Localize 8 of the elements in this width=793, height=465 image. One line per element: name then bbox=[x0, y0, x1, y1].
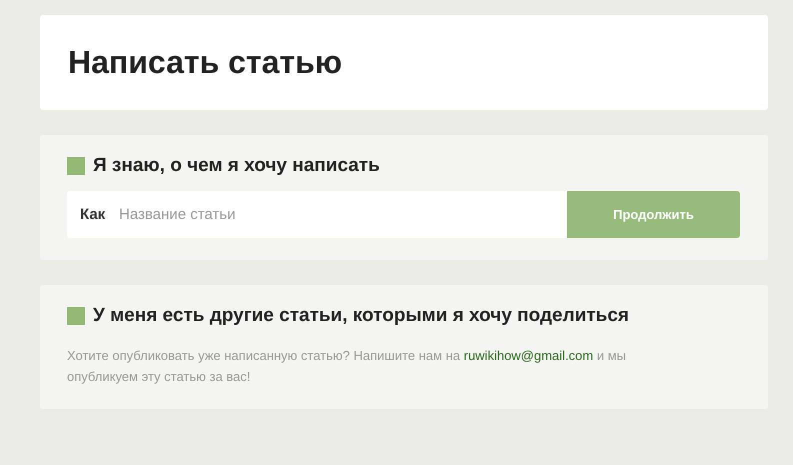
page-title: Написать статью bbox=[68, 44, 342, 81]
email-link[interactable]: ruwikihow@gmail.com bbox=[464, 348, 594, 363]
square-icon bbox=[67, 307, 85, 325]
section-heading: Я знаю, о чем я хочу написать bbox=[93, 155, 380, 177]
square-icon bbox=[67, 157, 85, 175]
section-heading: У меня есть другие статьи, которыми я хочу поделиться bbox=[93, 305, 630, 327]
field-prefix: Как bbox=[80, 206, 106, 223]
info-text: Хотите опубликовать уже написанную статью? Напишите нам на ruwikihow@gmail.com и мы опубликуем эту статью за вас! bbox=[67, 347, 628, 386]
